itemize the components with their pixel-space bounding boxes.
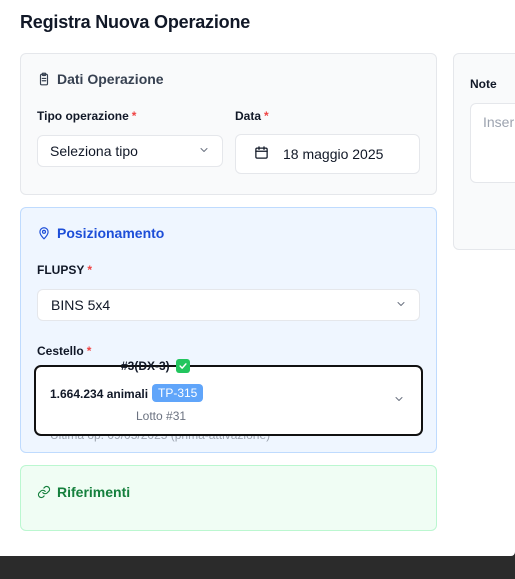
flupsy-label: FLUPSY *	[37, 263, 92, 277]
note-textarea[interactable]: Inseri	[470, 103, 515, 183]
cestello-select[interactable]: 1.664.234 animali TP-315 Lotto #31	[34, 365, 423, 436]
dati-operazione-card: Dati Operazione Tipo operazione * Selezio…	[20, 53, 437, 195]
map-pin-icon	[37, 226, 51, 240]
chevron-down-icon	[393, 392, 405, 410]
dialog-title: Registra Nuova Operazione	[20, 12, 251, 32]
animali-count: 1.664.234 animali	[50, 387, 149, 401]
clipboard-icon	[37, 72, 51, 86]
dati-operazione-title: Dati Operazione	[57, 71, 164, 87]
chevron-down-icon	[198, 143, 210, 159]
calendar-icon	[254, 145, 269, 163]
link-icon	[37, 485, 51, 499]
check-icon	[175, 359, 190, 373]
required-marker: *	[264, 109, 269, 123]
flupsy-label-text: FLUPSY	[37, 263, 85, 277]
required-marker: *	[131, 109, 137, 123]
data-value: 18 maggio 2025	[283, 146, 384, 162]
tipo-operazione-value: Seleziona tipo	[50, 143, 138, 159]
data-label-text: Data	[235, 109, 262, 123]
note-card: Note Inseri	[453, 53, 515, 250]
riferimenti-title: Riferimenti	[57, 484, 131, 500]
lotto-text: Lotto #31	[136, 409, 187, 423]
riferimenti-card[interactable]: Riferimenti	[20, 465, 437, 531]
tipo-operazione-select[interactable]: Seleziona tipo	[37, 135, 223, 167]
flupsy-select[interactable]: BINS 5x4	[37, 289, 420, 321]
cestello-label-text: Cestello	[37, 344, 84, 358]
required-marker: *	[86, 344, 92, 358]
tipo-operazione-label-text: Tipo operazione	[37, 109, 129, 123]
cestello-title-text: #3(DX-3)	[121, 359, 170, 373]
cestello-title: #3(DX-3)	[121, 359, 190, 373]
tipo-operazione-label: Tipo operazione *	[37, 109, 136, 123]
dati-operazione-heading: Dati Operazione	[37, 71, 164, 87]
note-label: Note	[470, 77, 497, 91]
data-label: Data *	[235, 109, 269, 123]
page-backdrop	[0, 556, 515, 579]
posizionamento-title: Posizionamento	[57, 225, 165, 241]
required-marker: *	[87, 263, 93, 277]
flupsy-value: BINS 5x4	[51, 297, 111, 313]
riferimenti-heading: Riferimenti	[37, 484, 130, 500]
chevron-down-icon	[395, 297, 407, 313]
operation-dialog: Registra Nuova Operazione Dati Operazion…	[0, 0, 515, 556]
posizionamento-heading: Posizionamento	[37, 225, 164, 241]
cestello-label: Cestello *	[37, 344, 91, 358]
data-date-picker[interactable]: 18 maggio 2025	[235, 134, 420, 174]
tp-badge: TP-315	[152, 384, 204, 402]
